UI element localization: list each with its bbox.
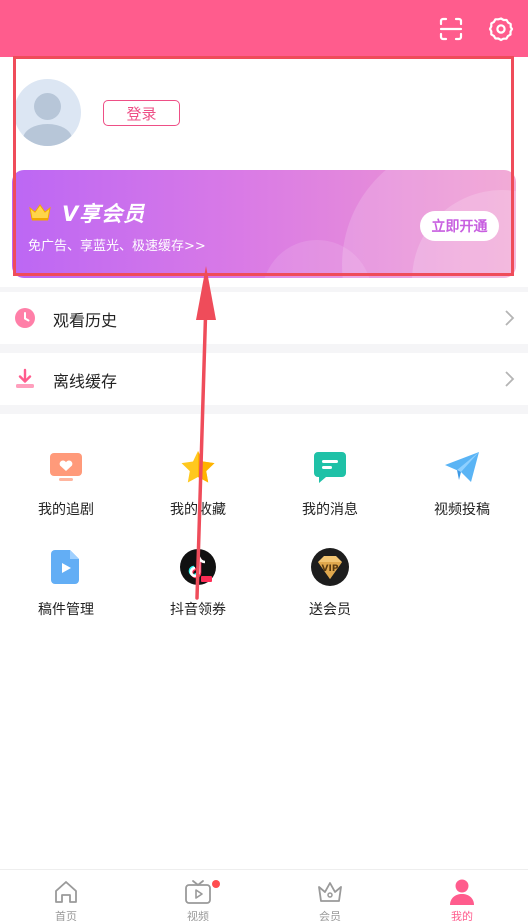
bottom-tab-bar: 首页 视频 会员 我的 xyxy=(0,869,528,921)
vip-badge-icon: VIP xyxy=(310,547,350,587)
notification-dot xyxy=(212,880,220,888)
menu-item-offline-cache[interactable]: 离线缓存 xyxy=(0,353,528,405)
tab-vip[interactable]: 会员 xyxy=(264,870,396,921)
grid-item-label: 抖音领券 xyxy=(170,602,226,618)
scan-icon[interactable] xyxy=(436,14,466,44)
download-icon xyxy=(16,368,34,388)
paper-plane-icon xyxy=(442,447,482,487)
user-icon xyxy=(446,877,478,907)
tab-mine[interactable]: 我的 xyxy=(396,870,528,921)
tv-icon xyxy=(182,877,214,907)
chevron-right-icon xyxy=(505,371,515,387)
svg-text:VIP: VIP xyxy=(322,564,339,574)
gear-icon[interactable] xyxy=(486,14,516,44)
menu-item-history[interactable]: 观看历史 xyxy=(0,292,528,344)
crown-outline-icon xyxy=(314,877,346,907)
clock-icon xyxy=(15,308,35,328)
grid-item-follow[interactable]: 我的追剧 xyxy=(0,447,132,527)
feature-grid: 我的追剧 我的收藏 我的消息 视频投稿 稿件管理 抖音领券 VIP 送会员 xyxy=(0,414,528,869)
page: 登录 V享会员 免广告、享蓝光、极速缓存>> 立即开通 观看历史 离线缓存 我的… xyxy=(0,0,528,921)
grid-item-gift-vip[interactable]: VIP 送会员 xyxy=(264,547,396,627)
tab-label: 视频 xyxy=(187,910,209,921)
tiktok-icon xyxy=(178,547,218,587)
video-file-icon xyxy=(46,547,86,587)
message-icon xyxy=(310,447,350,487)
tv-heart-icon xyxy=(46,447,86,487)
grid-item-label: 送会员 xyxy=(309,602,351,618)
grid-item-favorites[interactable]: 我的收藏 xyxy=(132,447,264,527)
tab-label: 首页 xyxy=(55,910,77,921)
grid-item-label: 我的消息 xyxy=(302,502,358,518)
star-icon xyxy=(178,447,218,487)
grid-item-messages[interactable]: 我的消息 xyxy=(264,447,396,527)
chevron-right-icon xyxy=(505,310,515,326)
grid-item-label: 我的追剧 xyxy=(38,502,94,518)
top-bar xyxy=(0,0,528,57)
tab-label: 会员 xyxy=(319,910,341,921)
tab-video[interactable]: 视频 xyxy=(132,870,264,921)
grid-item-upload[interactable]: 视频投稿 xyxy=(396,447,528,527)
grid-item-label: 视频投稿 xyxy=(434,502,490,518)
grid-item-manuscripts[interactable]: 稿件管理 xyxy=(0,547,132,627)
tab-home[interactable]: 首页 xyxy=(0,870,132,921)
grid-item-label: 稿件管理 xyxy=(38,602,94,618)
menu-item-label: 离线缓存 xyxy=(53,372,118,391)
menu-item-label: 观看历史 xyxy=(53,311,118,330)
annotation-box xyxy=(13,56,514,276)
tab-label: 我的 xyxy=(451,910,473,921)
grid-item-label: 我的收藏 xyxy=(170,502,226,518)
home-icon xyxy=(50,877,82,907)
grid-item-douyin-coupon[interactable]: 抖音领券 xyxy=(132,547,264,627)
